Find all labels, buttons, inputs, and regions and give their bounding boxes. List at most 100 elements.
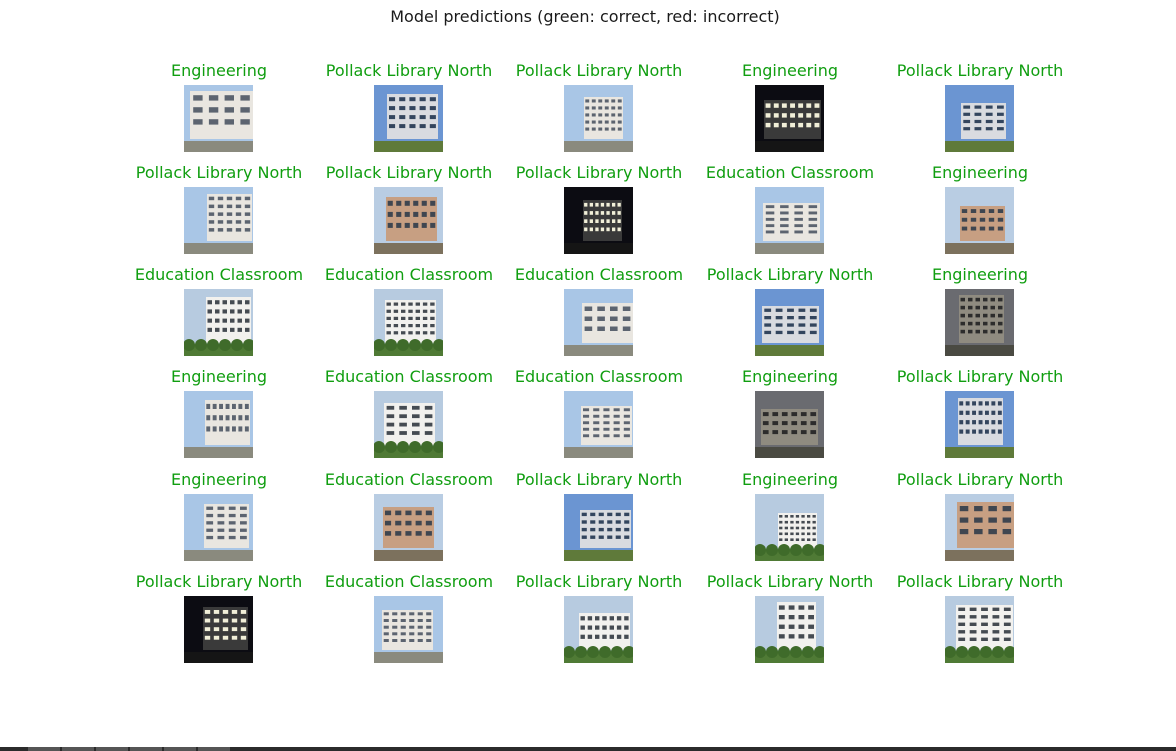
prediction-label: Pollack Library North (706, 572, 874, 591)
prediction-image (945, 494, 1014, 561)
taskbar-item[interactable] (198, 747, 230, 751)
prediction-label: Pollack Library North (515, 470, 683, 489)
prediction-image (755, 494, 824, 561)
prediction-cell: Pollack Library North (695, 572, 885, 674)
prediction-cell: Pollack Library North (885, 61, 1075, 163)
prediction-label: Pollack Library North (706, 265, 874, 284)
prediction-cell: Engineering (695, 61, 885, 163)
prediction-image (374, 289, 443, 356)
prediction-label: Education Classroom (324, 572, 494, 591)
prediction-label: Engineering (171, 470, 267, 489)
taskbar-item[interactable] (62, 747, 94, 751)
prediction-image (374, 391, 443, 458)
thumbnail-graphic (184, 494, 253, 561)
thumbnail-graphic (374, 187, 443, 254)
prediction-label: Education Classroom (514, 265, 684, 284)
prediction-label: Pollack Library North (896, 470, 1064, 489)
taskbar-item[interactable] (96, 747, 128, 751)
thumbnail-graphic (755, 596, 824, 663)
prediction-image (184, 596, 253, 663)
thumbnail-graphic (755, 391, 824, 458)
prediction-label: Engineering (932, 163, 1028, 182)
thumbnail-graphic (374, 596, 443, 663)
prediction-grid: Engineering Pollack Library North Pollack … (0, 0, 1176, 740)
thumbnail-graphic (755, 289, 824, 356)
prediction-cell: Education Classroom (314, 265, 504, 367)
prediction-cell: Education Classroom (124, 265, 314, 367)
prediction-image (945, 289, 1014, 356)
thumbnail-graphic (374, 391, 443, 458)
prediction-cell: Education Classroom (504, 367, 694, 469)
prediction-cell: Engineering (885, 163, 1075, 265)
thumbnail-graphic (184, 596, 253, 663)
taskbar-item[interactable] (164, 747, 196, 751)
prediction-label: Pollack Library North (515, 572, 683, 591)
prediction-cell: Pollack Library North (504, 572, 694, 674)
prediction-cell: Pollack Library North (885, 367, 1075, 469)
prediction-cell: Pollack Library North (504, 470, 694, 572)
prediction-label: Education Classroom (324, 265, 494, 284)
thumbnail-graphic (945, 391, 1014, 458)
prediction-label: Pollack Library North (135, 572, 303, 591)
prediction-cell: Engineering (695, 367, 885, 469)
prediction-label: Engineering (171, 367, 267, 386)
thumbnail-graphic (184, 391, 253, 458)
prediction-cell: Pollack Library North (314, 163, 504, 265)
prediction-image (184, 494, 253, 561)
thumbnail-graphic (564, 391, 633, 458)
thumbnail-graphic (755, 187, 824, 254)
prediction-cell: Engineering (124, 470, 314, 572)
prediction-image (945, 391, 1014, 458)
prediction-label: Engineering (742, 61, 838, 80)
thumbnail-graphic (374, 85, 443, 152)
prediction-cell: Education Classroom (314, 367, 504, 469)
prediction-image (374, 494, 443, 561)
prediction-cell: Engineering (885, 265, 1075, 367)
prediction-label: Education Classroom (324, 367, 494, 386)
prediction-label: Education Classroom (324, 470, 494, 489)
thumbnail-graphic (755, 494, 824, 561)
prediction-cell: Education Classroom (314, 470, 504, 572)
prediction-cell: Pollack Library North (885, 470, 1075, 572)
prediction-image (564, 391, 633, 458)
prediction-label: Education Classroom (514, 367, 684, 386)
prediction-image (374, 187, 443, 254)
prediction-image (184, 391, 253, 458)
prediction-image (564, 85, 633, 152)
taskbar-item[interactable] (130, 747, 162, 751)
prediction-cell: Engineering (124, 61, 314, 163)
prediction-image (755, 187, 824, 254)
prediction-cell: Pollack Library North (885, 572, 1075, 674)
prediction-label: Education Classroom (705, 163, 875, 182)
prediction-label: Pollack Library North (325, 61, 493, 80)
thumbnail-graphic (945, 494, 1014, 561)
prediction-image (564, 494, 633, 561)
prediction-image (945, 596, 1014, 663)
prediction-label: Pollack Library North (325, 163, 493, 182)
prediction-image (755, 289, 824, 356)
thumbnail-graphic (374, 494, 443, 561)
prediction-image (755, 596, 824, 663)
prediction-image (564, 596, 633, 663)
prediction-cell: Pollack Library North (504, 163, 694, 265)
prediction-image (374, 596, 443, 663)
prediction-label: Engineering (742, 470, 838, 489)
prediction-image (945, 187, 1014, 254)
prediction-image (184, 85, 253, 152)
prediction-image (945, 85, 1014, 152)
prediction-label: Education Classroom (134, 265, 304, 284)
thumbnail-graphic (184, 187, 253, 254)
taskbar-item[interactable] (28, 747, 60, 751)
prediction-label: Pollack Library North (515, 61, 683, 80)
prediction-label: Pollack Library North (896, 572, 1064, 591)
thumbnail-graphic (184, 289, 253, 356)
prediction-cell: Pollack Library North (504, 61, 694, 163)
figure-canvas: Model predictions (green: correct, red: … (0, 0, 1176, 751)
prediction-label: Pollack Library North (896, 367, 1064, 386)
prediction-image (564, 187, 633, 254)
taskbar-strip (0, 747, 1176, 751)
prediction-label: Pollack Library North (896, 61, 1064, 80)
prediction-cell: Engineering (124, 367, 314, 469)
prediction-cell: Pollack Library North (124, 163, 314, 265)
thumbnail-graphic (184, 85, 253, 152)
